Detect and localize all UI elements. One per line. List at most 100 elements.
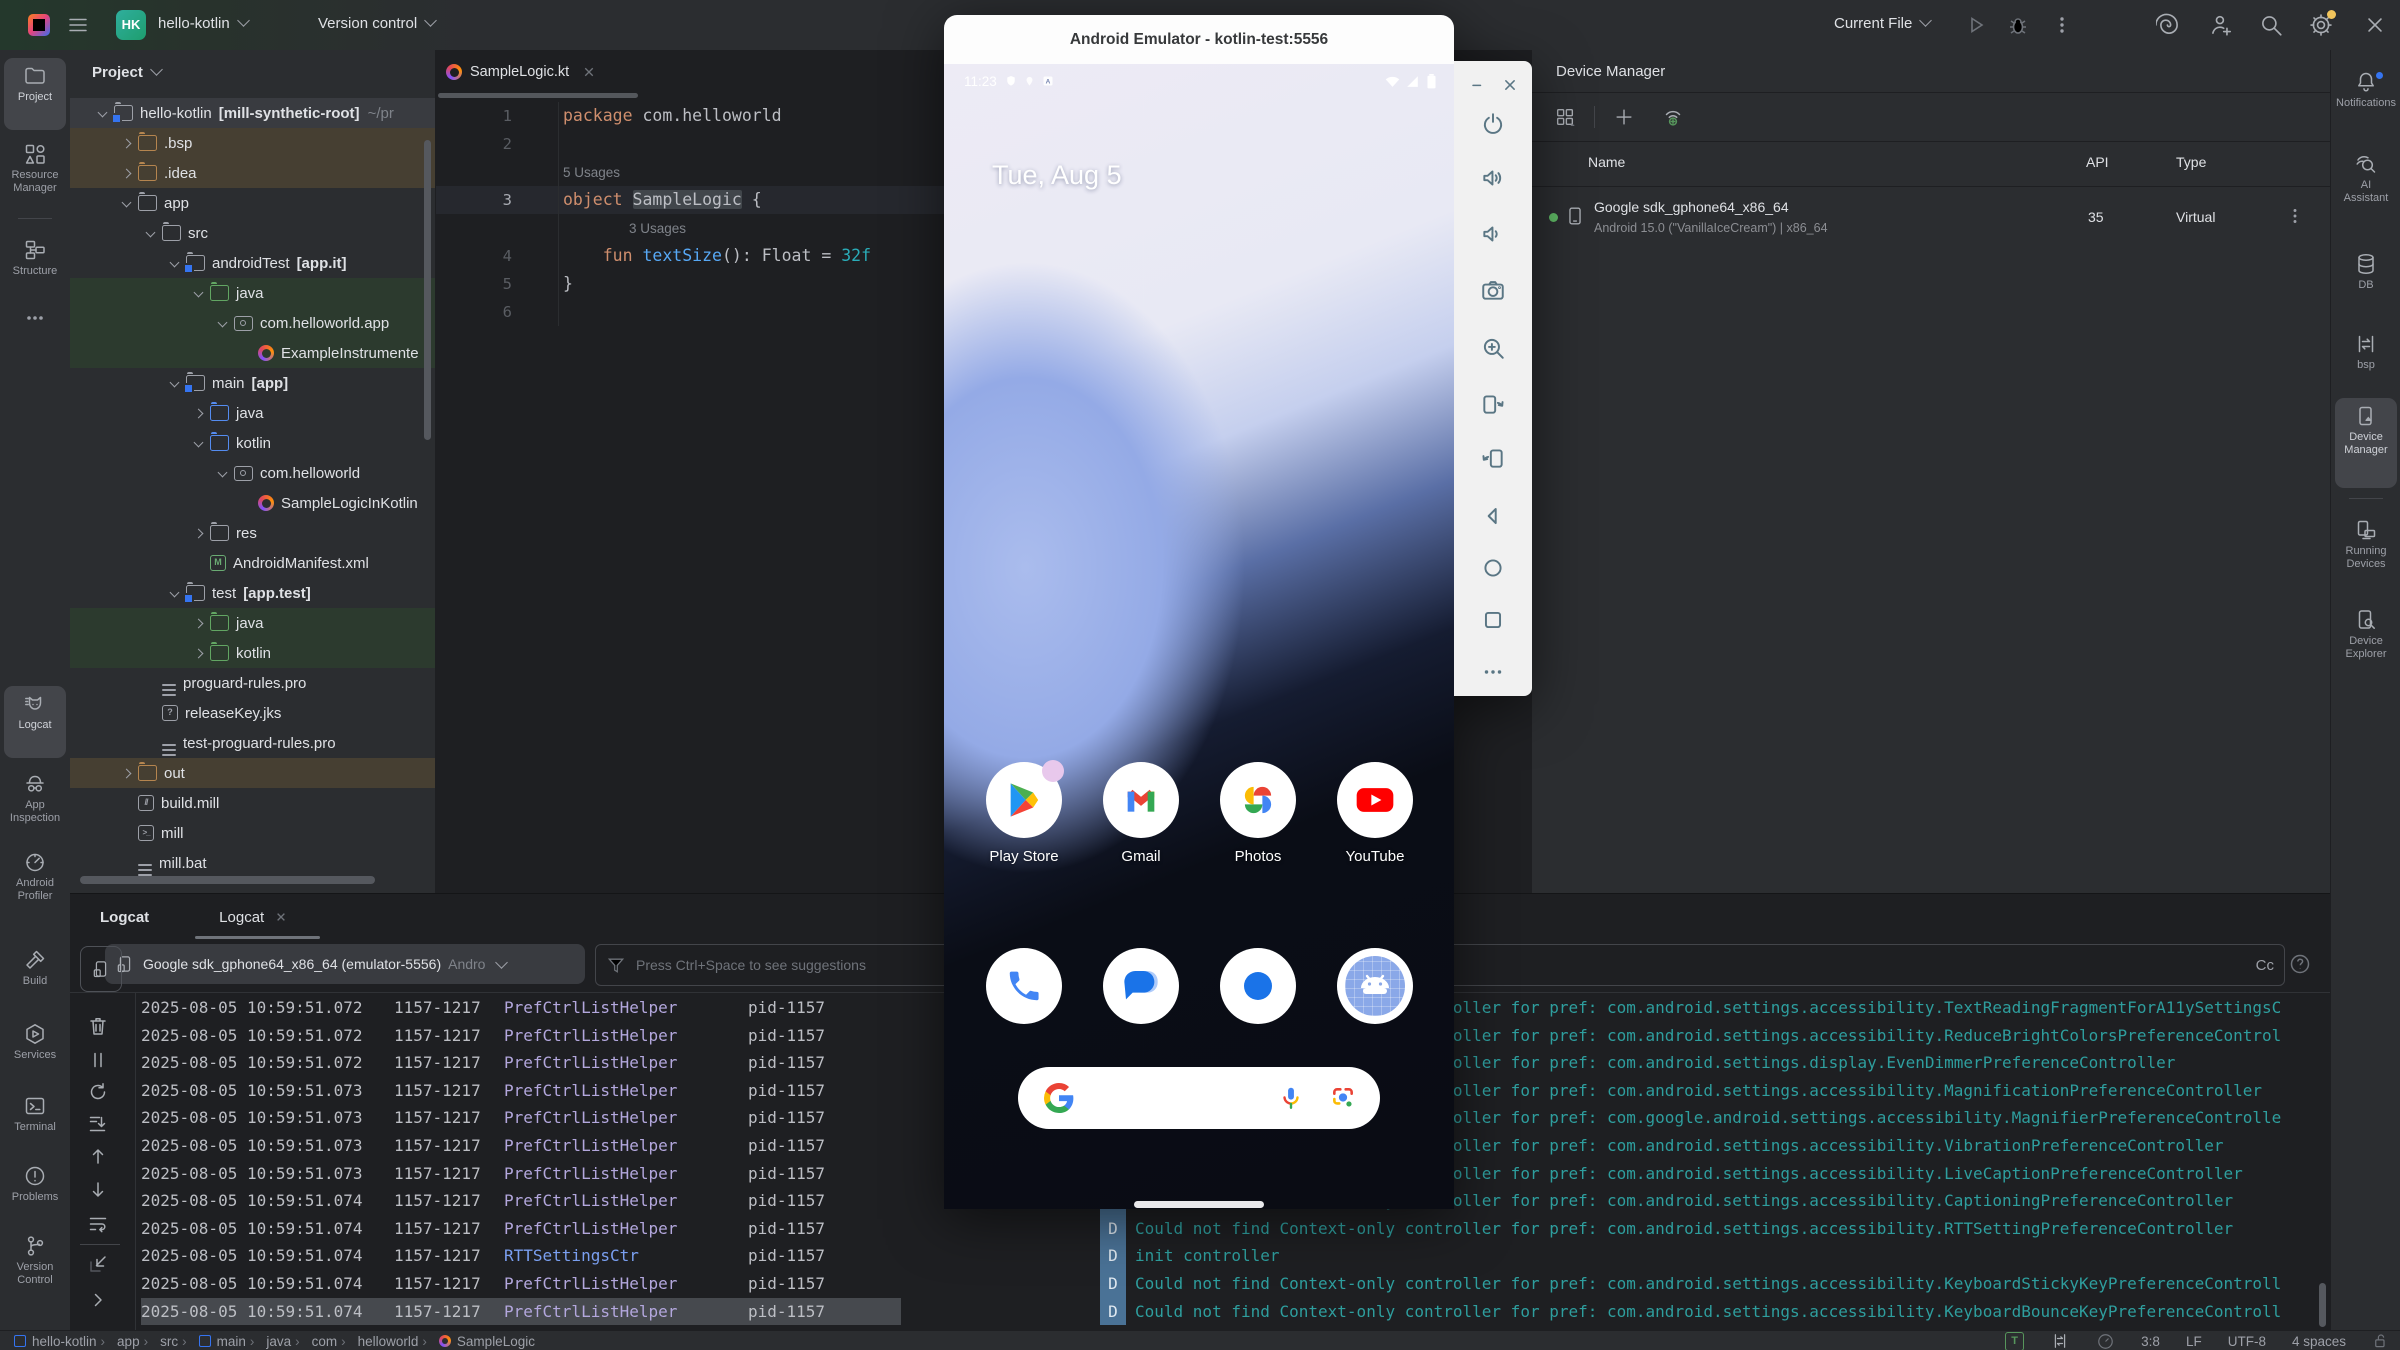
tree-chevron-icon[interactable]: [191, 615, 207, 631]
tree-row[interactable]: ExampleInstrumente: [70, 338, 435, 368]
tree-row[interactable]: test [app.test]: [70, 578, 435, 608]
logcat-scrollbar[interactable]: [2319, 1283, 2326, 1327]
tool-stripe-services[interactable]: Services: [4, 1016, 66, 1078]
add-device-icon[interactable]: [1613, 106, 1635, 128]
tree-chevron-icon[interactable]: [143, 675, 159, 691]
tree-row[interactable]: build.mill: [70, 788, 435, 818]
match-case-toggle[interactable]: Cc: [2256, 957, 2274, 974]
tree-chevron-icon[interactable]: [239, 495, 255, 511]
breadcrumb-item[interactable]: java: [250, 1334, 291, 1349]
tool-stripe-running-devices[interactable]: Running Devices: [2335, 512, 2397, 588]
tool-stripe-project[interactable]: Project: [4, 58, 66, 130]
run-button[interactable]: [1964, 13, 1988, 37]
tree-row[interactable]: mill.bat: [70, 848, 435, 878]
tree-row[interactable]: java: [70, 398, 435, 428]
logcat-tab[interactable]: Logcat: [219, 909, 264, 926]
logcat-window-tab[interactable]: [80, 946, 122, 992]
tool-stripe-build[interactable]: Build: [4, 942, 66, 1004]
tree-chevron-icon[interactable]: [143, 735, 159, 751]
line-separator[interactable]: LF: [2186, 1334, 2202, 1349]
device-menu-kebab-icon[interactable]: [2284, 205, 2306, 227]
memory-gauge-icon[interactable]: [2096, 1332, 2115, 1350]
tree-chevron-icon[interactable]: [215, 465, 231, 481]
tree-row[interactable]: proguard-rules.pro: [70, 668, 435, 698]
tool-stripe-more[interactable]: [4, 300, 66, 332]
project-panel-header[interactable]: Project: [70, 50, 435, 81]
tree-chevron-icon[interactable]: [119, 795, 135, 811]
lock-open-icon[interactable]: [2372, 1332, 2390, 1350]
next-occurrence-icon[interactable]: [86, 1178, 110, 1202]
app-play-store[interactable]: Play Store: [976, 762, 1072, 865]
column-api[interactable]: API: [2086, 154, 2109, 170]
caret-position[interactable]: 3:8: [2141, 1334, 2160, 1349]
more-actions-button[interactable]: [2050, 13, 2074, 37]
tree-chevron-icon[interactable]: [143, 225, 159, 241]
tree-row[interactable]: com.helloworld.app: [70, 308, 435, 338]
tree-chevron-icon[interactable]: [191, 435, 207, 451]
emulator-more-button[interactable]: [1476, 655, 1510, 689]
tool-stripe-version-control[interactable]: Version Control: [4, 1228, 66, 1306]
tool-stripe-notifications[interactable]: Notifications: [2335, 64, 2397, 126]
search-everywhere-button[interactable]: [2258, 12, 2284, 38]
tree-chevron-icon[interactable]: [95, 105, 111, 121]
tree-chevron-icon[interactable]: [191, 405, 207, 421]
tool-stripe-bsp[interactable]: bsp: [2335, 326, 2397, 388]
breadcrumb-item[interactable]: hello-kotlin: [14, 1334, 97, 1349]
emulator-home-button[interactable]: [1476, 551, 1510, 585]
logcat-row[interactable]: 2025-08-05 10:59:51.074 1157-1217 RTTSet…: [136, 1242, 2330, 1270]
indent-setting[interactable]: 4 spaces: [2292, 1334, 2346, 1349]
app-chrome[interactable]: [1210, 948, 1306, 1024]
tool-stripe-database[interactable]: DB: [2335, 246, 2397, 308]
logcat-row[interactable]: 2025-08-05 10:59:51.074 1157-1217 PrefCt…: [136, 1298, 2330, 1326]
tree-row[interactable]: androidTest [app.it]: [70, 248, 435, 278]
column-name[interactable]: Name: [1588, 154, 1625, 170]
tree-row[interactable]: AndroidManifest.xml: [70, 548, 435, 578]
tree-row[interactable]: app: [70, 188, 435, 218]
emulator-power-button[interactable]: [1476, 107, 1510, 141]
tool-stripe-resource-manager[interactable]: Resource Manager: [4, 136, 66, 214]
app-phone[interactable]: [976, 948, 1072, 1024]
tool-stripe-device-manager[interactable]: Device Manager: [2335, 398, 2397, 488]
emulator-screen[interactable]: 11:23 A Tue, Aug 5 Play Store: [944, 64, 1454, 1209]
tree-row[interactable]: releaseKey.jks: [70, 698, 435, 728]
import-logs-icon[interactable]: [86, 1252, 110, 1276]
tree-row[interactable]: kotlin: [70, 428, 435, 458]
debug-button[interactable]: [2006, 13, 2030, 37]
logcat-tab-close-icon[interactable]: [272, 908, 290, 926]
tree-row[interactable]: mill: [70, 818, 435, 848]
breadcrumb-item[interactable]: SampleLogic: [422, 1334, 535, 1349]
tree-chevron-icon[interactable]: [119, 855, 135, 871]
tree-chevron-icon[interactable]: [191, 645, 207, 661]
emulator-close-button[interactable]: [1500, 75, 1520, 95]
app-photos[interactable]: Photos: [1210, 762, 1306, 865]
emulator-zoom-button[interactable]: [1476, 331, 1510, 365]
add-user-button[interactable]: [2208, 12, 2234, 38]
app-gmail[interactable]: Gmail: [1093, 762, 1189, 865]
restart-logcat-icon[interactable]: [86, 1080, 110, 1104]
tree-row[interactable]: src: [70, 218, 435, 248]
tree-chevron-icon[interactable]: [239, 345, 255, 361]
tree-chevron-icon[interactable]: [215, 315, 231, 331]
device-grid-icon[interactable]: [1554, 106, 1576, 128]
file-encoding[interactable]: UTF-8: [2228, 1334, 2266, 1349]
breadcrumb-item[interactable]: src: [144, 1334, 179, 1349]
window-close-button[interactable]: [2362, 12, 2388, 38]
ai-assistant-button[interactable]: [2156, 12, 2182, 38]
bsp-sync-status-icon[interactable]: [2050, 1331, 2070, 1350]
device-row[interactable]: Google sdk_gphone64_x86_64 Android 15.0 …: [1532, 187, 2330, 247]
emulator-volume-down-button[interactable]: [1476, 217, 1510, 251]
tool-stripe-problems[interactable]: Problems: [4, 1158, 66, 1220]
scroll-to-end-icon[interactable]: [86, 1112, 110, 1136]
tree-chevron-icon[interactable]: [191, 285, 207, 301]
previous-occurrence-icon[interactable]: [86, 1144, 110, 1168]
column-type[interactable]: Type: [2176, 154, 2206, 170]
tree-chevron-icon[interactable]: [191, 555, 207, 571]
breadcrumb-item[interactable]: main: [182, 1334, 246, 1349]
tree-chevron-icon[interactable]: [119, 135, 135, 151]
tree-row[interactable]: .bsp: [70, 128, 435, 158]
tree-row[interactable]: SampleLogicInKotlin: [70, 488, 435, 518]
google-search-bar[interactable]: [1018, 1067, 1380, 1129]
emulator-title-bar[interactable]: Android Emulator - kotlin-test:5556: [944, 15, 1454, 64]
tool-stripe-terminal[interactable]: Terminal: [4, 1088, 66, 1150]
tool-stripe-device-explorer[interactable]: Device Explorer: [2335, 602, 2397, 678]
